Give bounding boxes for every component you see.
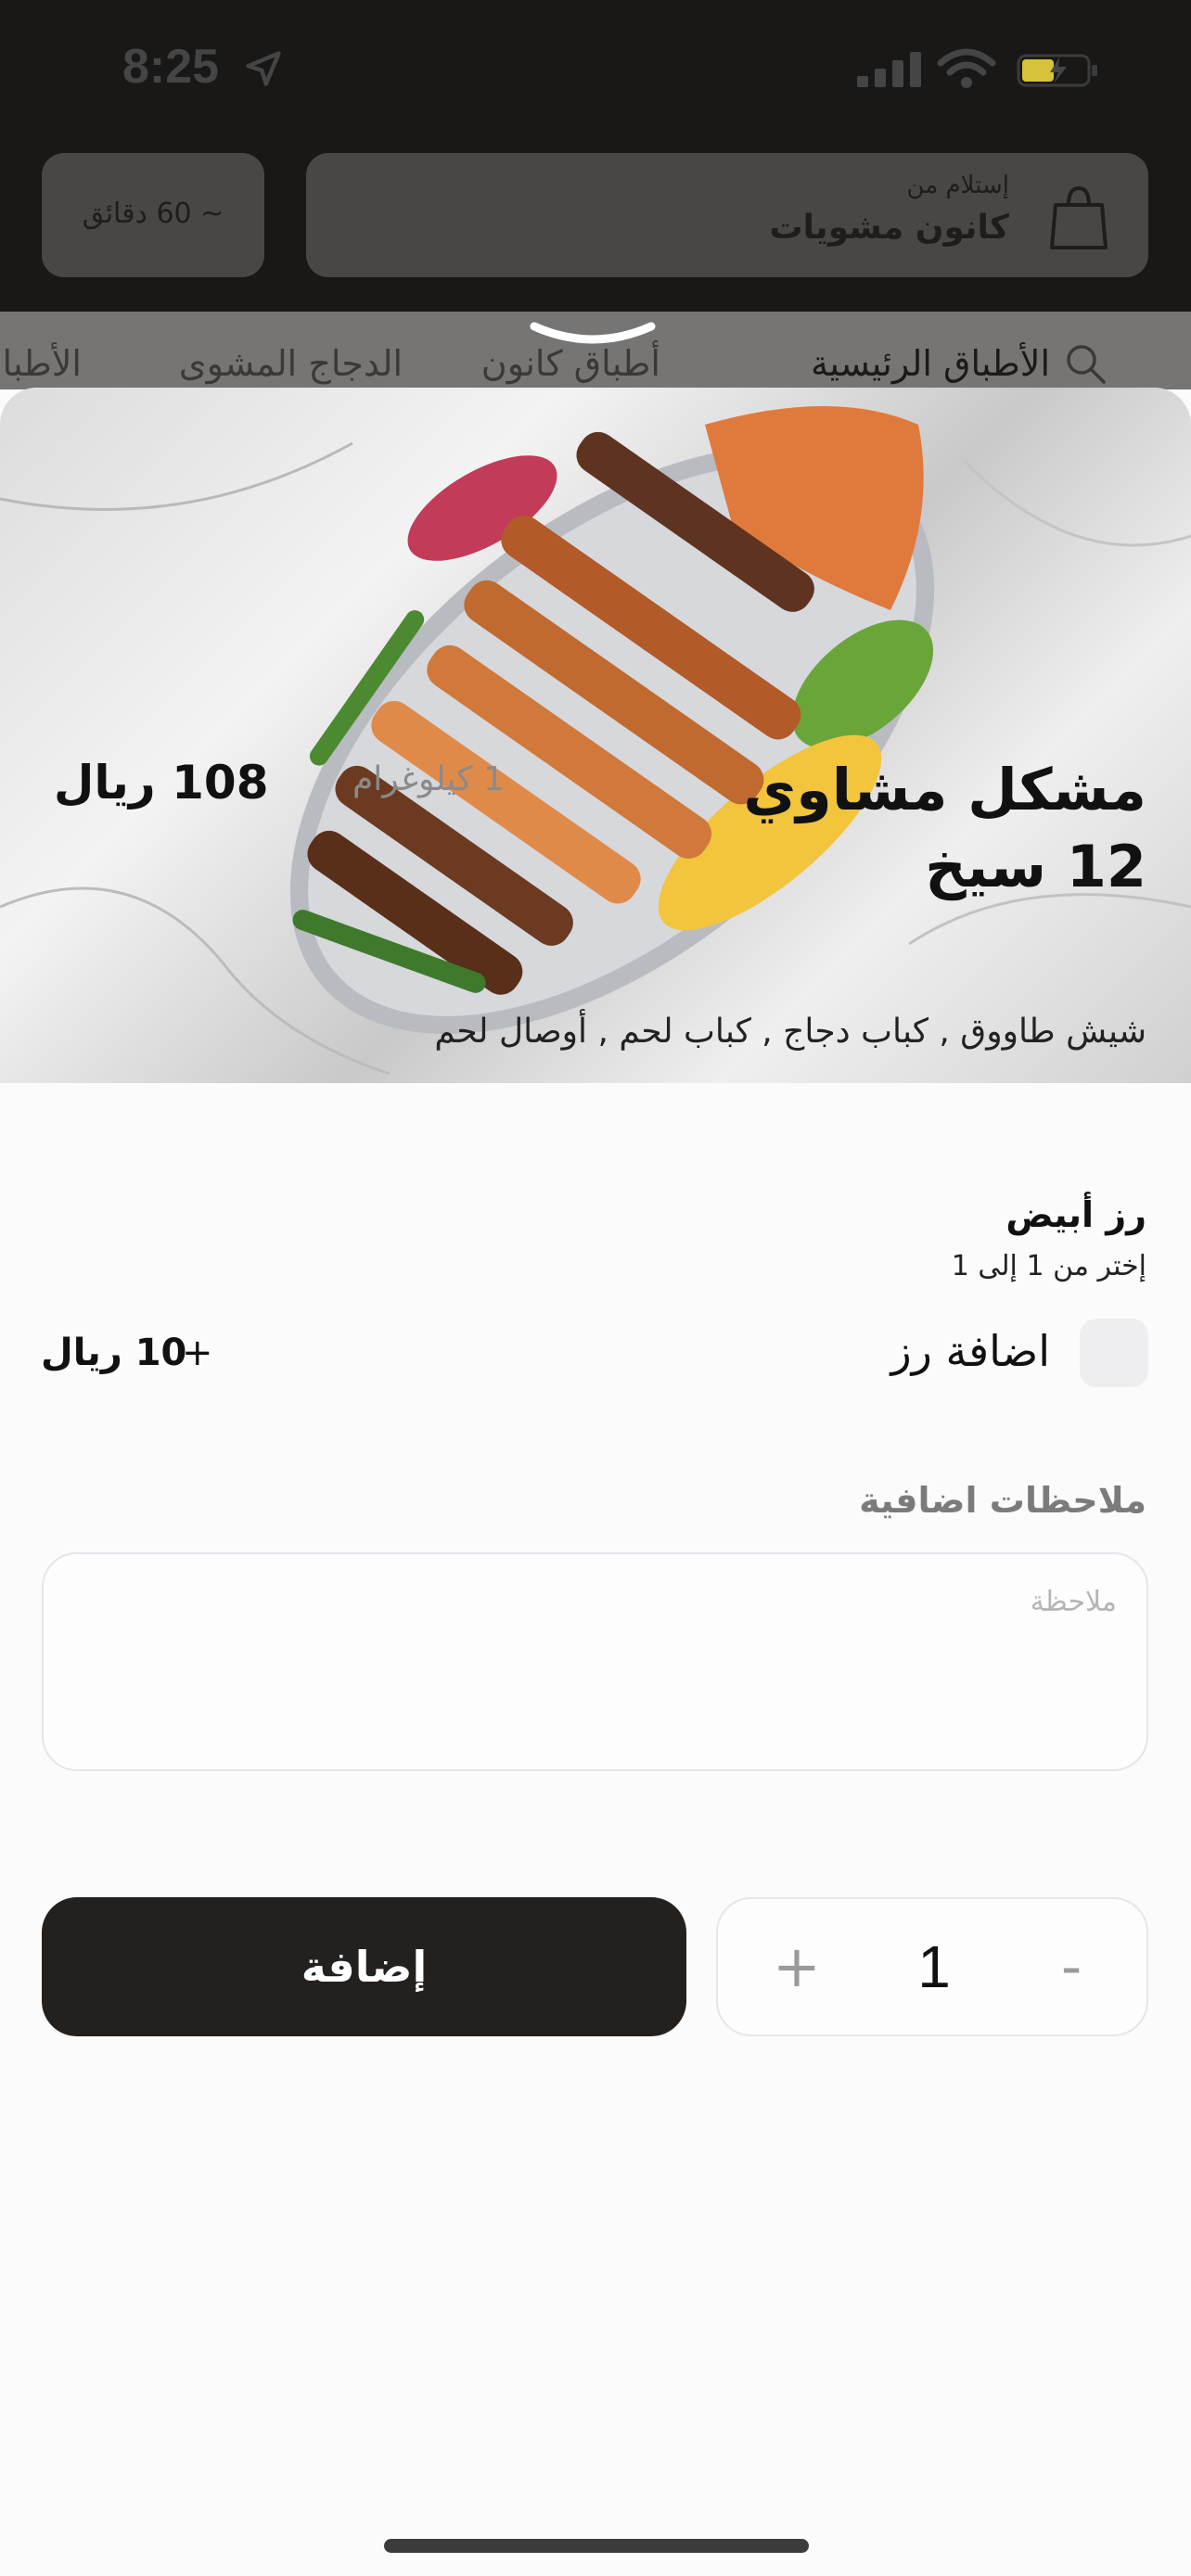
add-to-cart-button[interactable]: إضافة — [42, 1897, 686, 2036]
background-app: 8:25 ~ 60 دقائق إستلام من كانون مشويات ا… — [0, 0, 1191, 389]
battery-charging-icon — [1017, 54, 1097, 87]
search-icon[interactable] — [1063, 341, 1108, 386]
notes-label: ملاحظات اضافية — [859, 1480, 1146, 1521]
pickup-time: ~ 60 دقائق — [82, 198, 224, 230]
pickup-branch-card[interactable]: إستلام من كانون مشويات — [306, 153, 1148, 277]
shopping-bag-icon — [1050, 185, 1108, 249]
quantity-increase-button[interactable]: + — [755, 1925, 839, 2009]
product-weight: 1 كيلوغرام — [352, 760, 505, 798]
pickup-time-card[interactable]: ~ 60 دقائق — [42, 153, 264, 277]
quantity-decrease-button[interactable]: - — [1030, 1925, 1113, 2009]
pickup-label: إستلام من — [906, 172, 1009, 199]
notes-input[interactable] — [42, 1552, 1148, 1771]
cellular-signal-icon — [857, 52, 921, 87]
tab-dishes[interactable]: الأطباق — [0, 343, 82, 384]
sheet-dismiss-chevron-icon[interactable] — [527, 321, 659, 349]
wifi-icon — [937, 48, 996, 88]
pickup-branch-name: كانون مشويات — [769, 209, 1009, 247]
tab-grilled-chicken[interactable]: الدجاج المشوى — [179, 343, 403, 384]
product-sheet: مشكل مشاوي 12 سيخ 1 كيلوغرام 108 ريال شي… — [0, 388, 1191, 2576]
option-group-title: رز أبيض — [1005, 1194, 1146, 1235]
product-title: مشكل مشاوي 12 سيخ — [743, 756, 1146, 901]
add-rice-checkbox[interactable] — [1080, 1319, 1148, 1387]
product-image — [0, 388, 1191, 1083]
add-rice-price: 10 ريال — [41, 1332, 187, 1374]
quantity-value: 1 — [917, 1933, 951, 2000]
location-arrow-icon — [246, 51, 281, 86]
add-rice-label[interactable]: اضافة رز — [890, 1326, 1050, 1376]
product-price: 108 ريال — [54, 756, 269, 810]
status-bar: 8:25 — [0, 0, 1191, 139]
product-description: شيش طاووق , كباب دجاج , كباب لحم , أوصال… — [434, 1013, 1146, 1051]
home-indicator[interactable] — [384, 2539, 809, 2553]
tab-kanoon-dishes[interactable]: أطباق كانون — [481, 343, 660, 384]
status-time: 8:25 — [122, 40, 220, 94]
tab-main-dishes[interactable]: الأطباق الرئيسية — [811, 343, 1050, 384]
quantity-stepper: + 1 - — [716, 1897, 1148, 2036]
platter-illustration — [0, 406, 1191, 1076]
option-group-subtitle: إختر من 1 إلى 1 — [951, 1250, 1146, 1282]
